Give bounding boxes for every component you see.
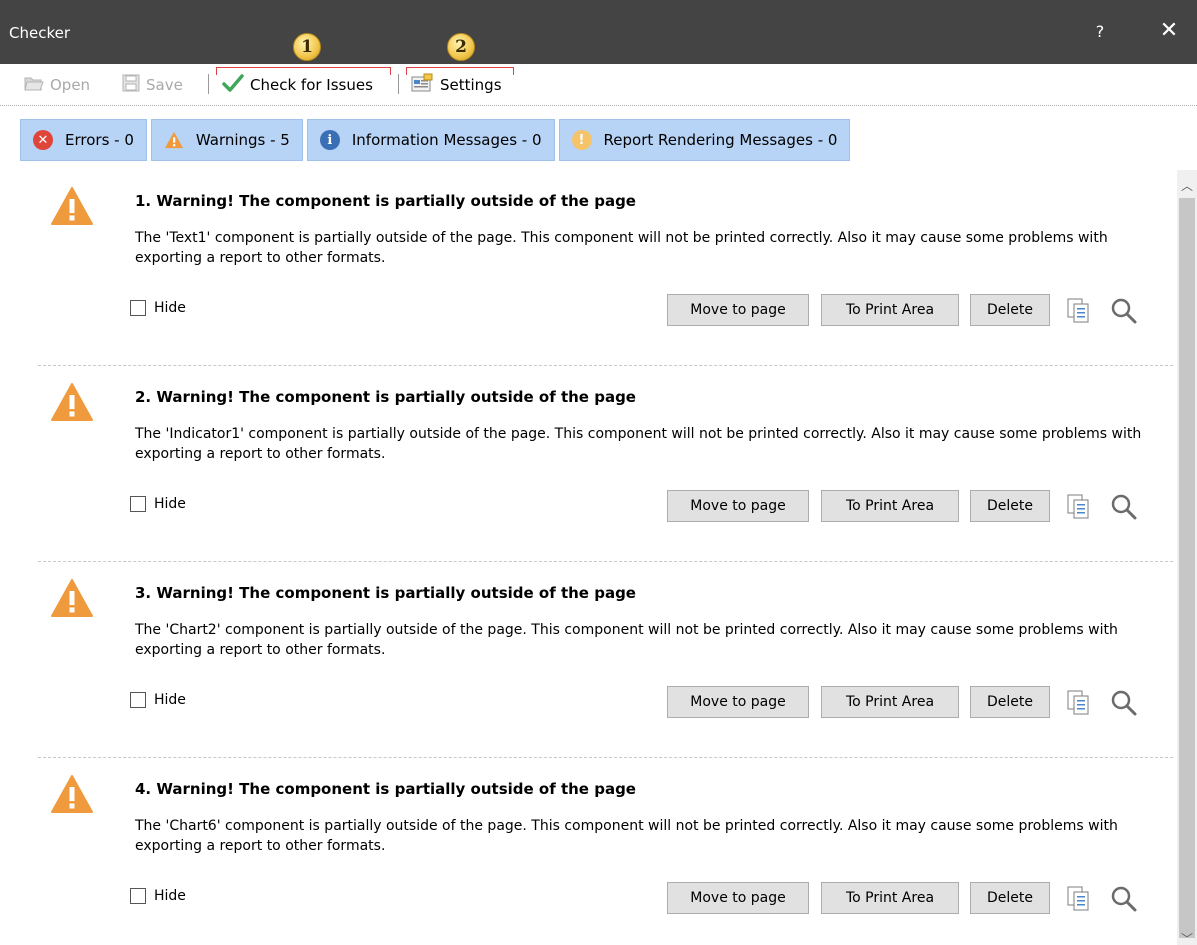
message-tabs: ✕ Errors - 0 Warnings - 5 i Information … [20,119,854,161]
tab-errors[interactable]: ✕ Errors - 0 [20,119,147,161]
issues-list: 1. Warning! The component is partially o… [0,170,1175,945]
to-print-area-button[interactable]: To Print Area [821,294,959,326]
list-item: 1. Warning! The component is partially o… [0,170,1175,366]
move-to-page-button[interactable]: Move to page [667,490,809,522]
settings-button[interactable]: Settings [410,72,502,98]
to-print-area-button[interactable]: To Print Area [821,490,959,522]
issue-description: The 'Text1' component is partially outsi… [135,230,1108,266]
issue-description: The 'Indicator1' component is partially … [135,426,1142,462]
open-folder-icon [24,74,44,96]
hide-label: Hide [154,300,186,316]
save-button[interactable]: Save [122,72,183,98]
hide-label: Hide [154,692,186,708]
checkbox-box[interactable] [130,496,146,512]
vertical-scrollbar[interactable]: ︿ ﹀ [1177,170,1197,945]
search-icon[interactable] [1110,689,1138,717]
save-label: Save [146,76,183,94]
checkmark-icon [222,73,244,97]
copy-icon[interactable] [1063,687,1093,717]
hide-checkbox[interactable]: Hide [130,496,186,512]
scroll-down-arrow-icon[interactable]: ﹀ [1177,929,1197,945]
tab-warnings[interactable]: Warnings - 5 [150,119,303,161]
checkbox-box[interactable] [130,692,146,708]
search-icon[interactable] [1110,493,1138,521]
settings-label: Settings [440,76,502,94]
callout-badge-2: 2 [447,33,475,61]
list-item: 2. Warning! The component is partially o… [0,366,1175,562]
search-icon[interactable] [1110,297,1138,325]
scroll-up-arrow-icon[interactable]: ︿ [1177,176,1197,196]
title-bar: Checker ? ✕ [0,0,1197,64]
hide-checkbox[interactable]: Hide [130,888,186,904]
tab-rendering-label: Report Rendering Messages - 0 [603,131,838,149]
hide-checkbox[interactable]: Hide [130,692,186,708]
move-to-page-button[interactable]: Move to page [667,686,809,718]
open-label: Open [50,76,91,94]
scrollbar-thumb[interactable] [1179,198,1195,938]
check-for-issues-button[interactable]: Check for Issues [222,72,373,98]
delete-button[interactable]: Delete [970,294,1050,326]
to-print-area-button[interactable]: To Print Area [821,882,959,914]
tab-information-messages[interactable]: i Information Messages - 0 [306,119,555,161]
save-disk-icon [122,74,140,96]
move-to-page-button[interactable]: Move to page [667,882,809,914]
issue-description: The 'Chart6' component is partially outs… [135,818,1118,854]
delete-button[interactable]: Delete [970,490,1050,522]
tab-information-label: Information Messages - 0 [351,131,542,149]
checkbox-box[interactable] [130,888,146,904]
close-button[interactable]: ✕ [1157,20,1181,42]
settings-icon [410,73,434,97]
move-to-page-button[interactable]: Move to page [667,294,809,326]
warning-icon [51,187,93,225]
copy-icon[interactable] [1063,295,1093,325]
delete-button[interactable]: Delete [970,686,1050,718]
delete-button[interactable]: Delete [970,882,1050,914]
help-button[interactable]: ? [1093,22,1107,41]
check-for-issues-label: Check for Issues [250,76,373,94]
checkbox-box[interactable] [130,300,146,316]
window-title: Checker [9,24,71,42]
tab-report-rendering-messages[interactable]: ! Report Rendering Messages - 0 [558,119,851,161]
to-print-area-button[interactable]: To Print Area [821,686,959,718]
copy-icon[interactable] [1063,491,1093,521]
issue-title: 3. Warning! The component is partially o… [135,584,636,602]
toolbar-separator [398,74,399,94]
issue-title: 1. Warning! The component is partially o… [135,192,636,210]
open-button[interactable]: Open [24,72,90,98]
copy-icon[interactable] [1063,883,1093,913]
info-icon: i [319,130,340,150]
tab-warnings-label: Warnings - 5 [195,131,290,149]
callout-badge-1: 1 [293,33,321,61]
error-icon: ✕ [33,130,53,150]
issue-title: 2. Warning! The component is partially o… [135,388,636,406]
tab-errors-label: Errors - 0 [65,131,134,149]
toolbar: Open Save Check for Issues Settings [0,64,1197,106]
hide-checkbox[interactable]: Hide [130,300,186,316]
list-item: 3. Warning! The component is partially o… [0,562,1175,758]
rendering-message-icon: ! [571,130,592,150]
hide-label: Hide [154,496,186,512]
list-item: 4. Warning! The component is partially o… [0,758,1175,945]
warning-icon [51,383,93,421]
toolbar-separator [208,74,209,94]
issue-title: 4. Warning! The component is partially o… [135,780,636,798]
issue-description: The 'Chart2' component is partially outs… [135,622,1118,658]
warning-icon [164,130,184,150]
warning-icon [51,579,93,617]
hide-label: Hide [154,888,186,904]
warning-icon [51,775,93,813]
search-icon[interactable] [1110,885,1138,913]
